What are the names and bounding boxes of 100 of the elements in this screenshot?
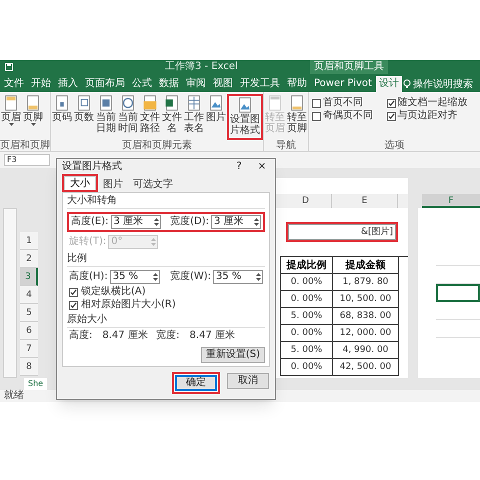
row-header[interactable]: 8 (20, 358, 38, 376)
table-header: 提成金额 (333, 257, 399, 274)
tell-me-field[interactable]: 操作说明搜索 (402, 76, 473, 92)
ribbon-button[interactable]: 页码 (51, 94, 73, 140)
ribbon-tab[interactable]: 审阅 (183, 76, 209, 92)
header-field[interactable]: &[图片] (288, 224, 396, 240)
caret-icon (8, 123, 14, 126)
spinner-icon[interactable] (152, 216, 160, 228)
checkbox[interactable] (69, 300, 78, 310)
format-icon (236, 96, 254, 114)
dialog-tab[interactable]: 图片 (98, 178, 128, 192)
number-field[interactable]: 3 厘米 (110, 215, 160, 229)
ribbon-tab[interactable]: Power Pivot (311, 76, 375, 92)
row-header[interactable]: 2 (20, 250, 38, 268)
ribbon-tab[interactable]: 开始 (28, 76, 54, 92)
window-title: 工作簿3 - Excel (165, 62, 238, 72)
section-title: 大小和转角 (67, 196, 265, 209)
checkbox-label: 锁定纵横比(A) (81, 287, 146, 297)
ribbon-button[interactable]: 页眉 (0, 94, 22, 140)
row-header[interactable]: 6 (20, 322, 38, 340)
ribbon-tab[interactable]: 数据 (156, 76, 182, 92)
ribbon-tab[interactable]: 文件 (1, 76, 27, 92)
sheet-tab[interactable]: She (24, 378, 48, 390)
dialog-button[interactable]: 确定 (175, 375, 217, 391)
column-header[interactable]: F (422, 194, 480, 208)
checkbox-label: 随文档一起缩放 (398, 98, 468, 108)
close-button[interactable]: × (254, 159, 270, 174)
section-title: 原始大小 (67, 315, 265, 328)
group-label: 导航 (275, 140, 297, 151)
ribbon-tab[interactable]: 插入 (55, 76, 81, 92)
table-cell: 4, 990. 00 (333, 342, 399, 359)
ribbon-tab[interactable]: 公式 (129, 76, 155, 92)
reset-button[interactable]: 重新设置(S) (200, 347, 265, 363)
row-header[interactable]: 7 (20, 340, 38, 358)
checkbox-label: 相对原始图片大小(R) (81, 300, 176, 310)
spinner-icon[interactable] (255, 271, 262, 283)
checkbox[interactable] (386, 98, 396, 108)
checkbox[interactable] (312, 98, 321, 108)
help-button[interactable]: ? (232, 159, 246, 174)
number-field[interactable]: 35 % (213, 270, 263, 284)
ribbon-tab[interactable]: 视图 (210, 76, 236, 92)
table-cell: 5. 00% (281, 342, 333, 359)
cell[interactable] (436, 284, 480, 302)
context-title: 页眉和页脚工具 (310, 60, 388, 74)
status-text: 就绪 (4, 391, 24, 401)
ribbon-button[interactable]: 设置图片格式 (229, 96, 261, 138)
checkbox[interactable] (386, 112, 396, 120)
number-field[interactable]: 35 % (110, 270, 160, 284)
table-cell: 0. 00% (281, 291, 333, 308)
spinner-icon[interactable] (152, 271, 159, 283)
table-cell: 68, 838. 00 (333, 308, 399, 325)
spinner-icon[interactable] (253, 216, 260, 228)
ribbon-tab[interactable]: 页面布局 (82, 76, 128, 92)
field-label: 旋转(T): (69, 237, 106, 247)
field-label: 高度(E): (71, 217, 108, 227)
ribbon-tab[interactable]: 开发工具 (237, 76, 283, 92)
row-header[interactable]: 4 (20, 286, 38, 304)
ribbon-button[interactable]: 图片 (205, 94, 227, 140)
table-cell: 12, 000. 00 (333, 325, 399, 342)
field-label: 高度(H): (69, 272, 108, 282)
ribbon-button[interactable]: 转至页脚 (286, 94, 308, 140)
checkbox-label: 奇偶页不同 (323, 111, 373, 121)
ribbon-button[interactable]: 当前时间 (117, 94, 139, 140)
ribbon-button[interactable]: 文件名 (161, 94, 183, 140)
checkbox-label: 与页边距对齐 (398, 111, 458, 121)
section-title: 比例 (67, 254, 265, 267)
ribbon-button[interactable]: 页脚 (22, 94, 44, 140)
checkbox[interactable] (312, 112, 321, 120)
table-cell: 10, 500. 00 (333, 291, 399, 308)
number-field[interactable]: 3 厘米 (211, 215, 261, 229)
dialog-tab[interactable]: 大小 (64, 176, 96, 190)
ribbon-button[interactable]: 文件路径 (139, 94, 161, 140)
table-cell: 42, 500. 00 (333, 359, 399, 376)
group-label: 页眉和页脚元素 (121, 140, 193, 151)
dialog-tab[interactable]: 可选文字 (128, 178, 178, 192)
ribbon-button[interactable]: 页数 (73, 94, 95, 140)
checkbox[interactable] (69, 288, 78, 296)
table-header: 提成比例 (281, 257, 333, 274)
ribbon-button[interactable]: 工作表名 (183, 94, 205, 140)
row-header[interactable]: 1 (20, 232, 38, 250)
table-cell: 0. 00% (281, 359, 333, 376)
field-label: 高度: (69, 331, 92, 341)
name-box[interactable]: F3 (4, 154, 50, 166)
row-header[interactable]: 3 (20, 268, 38, 286)
ribbon-tab[interactable]: 帮助 (284, 76, 310, 92)
save-icon[interactable] (5, 63, 13, 71)
group-label: 页眉和页脚 (0, 140, 50, 151)
ribbon-button[interactable]: 当前日期 (95, 94, 117, 140)
field-value: 8.47 厘米 (190, 331, 235, 341)
field-label: 宽度: (156, 331, 180, 341)
caret-icon (30, 123, 36, 126)
dialog-button[interactable]: 取消 (227, 373, 269, 389)
ribbon-tab[interactable]: 设计 (376, 76, 402, 92)
field-label: 宽度(W): (170, 272, 211, 282)
column-header[interactable]: D (280, 194, 332, 208)
field-value: 8.47 厘米 (102, 331, 148, 341)
group-label: 选项 (384, 140, 406, 151)
table-cell: 0. 00% (281, 325, 333, 342)
column-header[interactable]: E (332, 194, 398, 208)
row-header[interactable]: 5 (20, 304, 38, 322)
